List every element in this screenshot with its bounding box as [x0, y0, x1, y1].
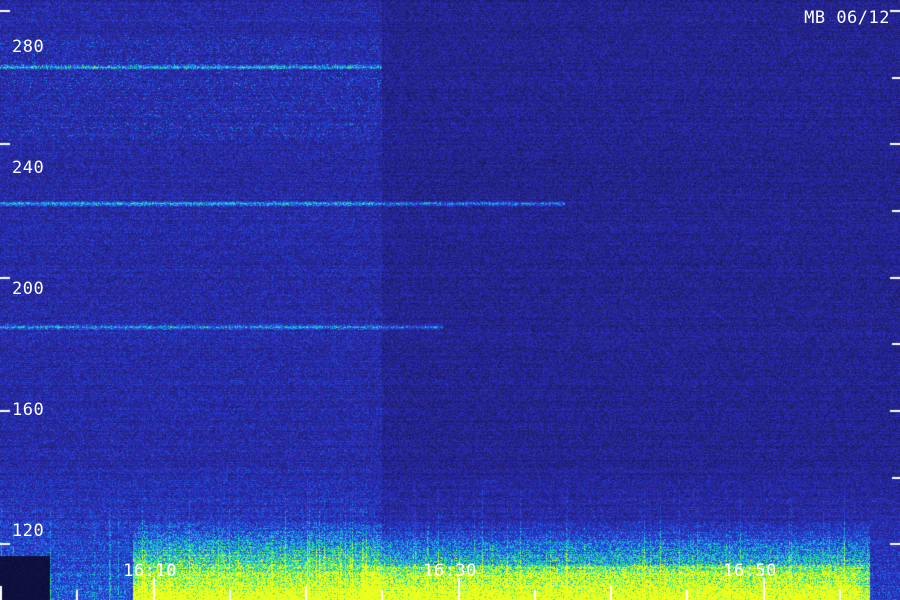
station-date-label: MB 06/12 [804, 8, 890, 28]
y-tick-label-280: 280 [12, 37, 45, 57]
x-tick-label-1630: 16:30 [423, 561, 477, 581]
y-tick-label-240: 240 [12, 158, 45, 178]
spectrogram-heatmap [0, 0, 900, 600]
y-tick-label-120: 120 [12, 521, 45, 541]
x-tick-label-1610: 16:10 [123, 561, 177, 581]
y-tick-label-200: 200 [12, 279, 45, 299]
y-tick-label-160: 160 [12, 400, 45, 420]
x-tick-label-1650: 16:50 [723, 561, 777, 581]
